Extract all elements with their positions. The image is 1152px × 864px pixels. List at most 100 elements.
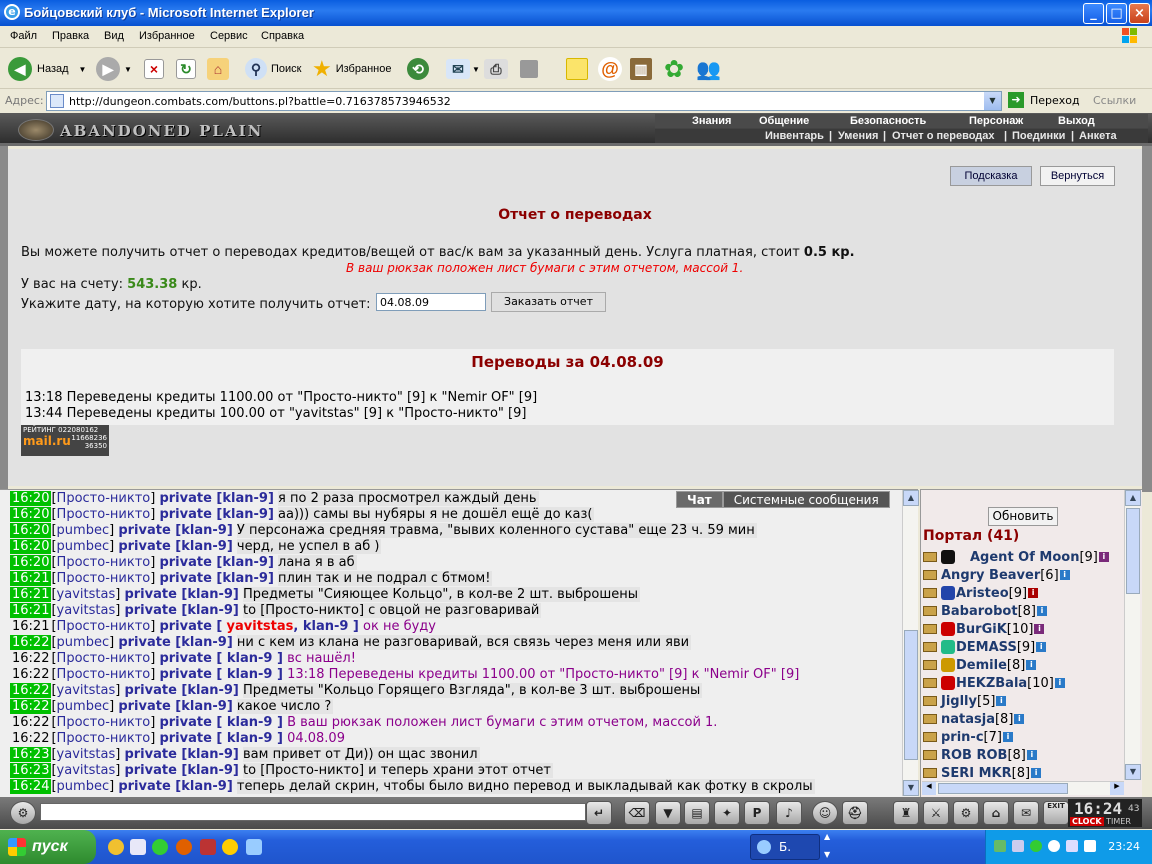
chat-private-tag[interactable]: private [klan-9] <box>124 587 238 602</box>
player-row[interactable]: Jiglly [5] i <box>923 692 1007 710</box>
clan-emblem-icon[interactable] <box>941 658 955 672</box>
back-dropdown-icon[interactable]: ▼ <box>79 65 87 74</box>
chat-sender[interactable]: [Просто-никто] <box>51 667 155 682</box>
nav-security[interactable]: Безопасность <box>850 115 926 127</box>
private-message-icon[interactable] <box>923 732 937 742</box>
date-input[interactable]: 04.08.09 <box>376 293 486 311</box>
smiley-icon[interactable]: ☺ <box>812 801 838 825</box>
player-nick[interactable]: HEKZBala <box>956 676 1027 691</box>
chat-sender[interactable]: [Просто-никто] <box>51 555 155 570</box>
menu-help[interactable]: Справка <box>261 30 304 42</box>
private-message-icon[interactable] <box>923 624 937 634</box>
edit-button[interactable] <box>520 55 538 83</box>
scroll-up-icon[interactable]: ▲ <box>1125 490 1141 506</box>
chat-sender[interactable]: [yavitstas] <box>51 747 120 762</box>
quicklaunch-ie-icon[interactable] <box>246 839 262 855</box>
chat-sender[interactable]: [pumbec] <box>51 523 114 538</box>
player-nick[interactable]: BurGiK <box>956 622 1007 637</box>
refresh-button[interactable]: ↻ <box>176 55 196 83</box>
quicklaunch-opera-icon[interactable] <box>108 839 124 855</box>
player-nick[interactable]: ROB ROB <box>941 748 1007 763</box>
chat-sender[interactable]: [pumbec] <box>51 779 114 794</box>
helmet-icon[interactable]: ⛑ <box>842 801 868 825</box>
player-info-icon[interactable]: i <box>1054 678 1065 688</box>
print-button[interactable]: ⎙ <box>484 55 508 83</box>
chat-private-tag[interactable]: private [ klan-9 ] <box>159 715 282 730</box>
chat-private-tag[interactable]: private [klan-9] <box>118 539 232 554</box>
start-button[interactable]: пуск <box>0 830 96 864</box>
player-nick[interactable]: DEMASS <box>956 640 1017 655</box>
task-scroll-up-icon[interactable]: ▲ <box>824 832 830 841</box>
menu-edit[interactable]: Правка <box>52 30 89 42</box>
home-button[interactable]: ⌂ <box>207 55 229 83</box>
bag-icon[interactable]: ♜ <box>893 801 919 825</box>
clan-emblem-icon[interactable] <box>941 622 955 636</box>
links-label[interactable]: Ссылки <box>1093 94 1136 107</box>
tray-shield-icon[interactable] <box>1048 840 1060 852</box>
player-nick[interactable]: prin-c <box>941 730 984 745</box>
player-nick[interactable]: Demile <box>956 658 1007 673</box>
private-message-icon[interactable] <box>923 678 937 688</box>
filter-icon[interactable]: ▼ <box>655 801 681 825</box>
player-info-icon[interactable]: i <box>1026 660 1037 670</box>
chat-private-tag[interactable]: private [klan-9] <box>159 555 273 570</box>
scroll-up-icon[interactable]: ▲ <box>903 490 919 506</box>
chat-sender[interactable]: [yavitstas] <box>51 683 120 698</box>
shop-icon[interactable]: ⌂ <box>983 801 1009 825</box>
chat-private-tag[interactable]: private [klan-9] <box>124 747 238 762</box>
online-scrollbar[interactable]: ▲ ▼ <box>1124 490 1141 780</box>
close-button[interactable]: × <box>1129 3 1150 24</box>
forward-button[interactable]: ▶ ▼ <box>96 55 132 83</box>
chat-private-tag[interactable]: private [klan-9] <box>118 523 232 538</box>
scroll-left-icon[interactable]: ◀ <box>922 782 936 795</box>
hint-button[interactable]: Подсказка <box>950 166 1032 186</box>
private-icon[interactable]: P <box>744 801 770 825</box>
private-message-icon[interactable] <box>923 696 937 706</box>
taskbar-window-item[interactable]: Б. <box>750 834 820 860</box>
player-nick[interactable]: Agent Of Moon <box>970 550 1079 565</box>
clan-emblem-icon[interactable] <box>941 550 955 564</box>
menu-file[interactable]: Файл <box>10 30 37 42</box>
scroll-down-icon[interactable]: ▼ <box>903 780 919 796</box>
tray-speaker-icon[interactable] <box>1066 840 1078 852</box>
chat-private-tag[interactable]: private [ klan-9 ] <box>159 667 282 682</box>
private-message-icon[interactable] <box>923 660 937 670</box>
chat-private-tag[interactable]: private [klan-9] <box>124 763 238 778</box>
go-button[interactable]: ➜ Переход <box>1008 92 1080 108</box>
research-button[interactable]: ▥ <box>630 55 652 83</box>
player-row[interactable]: SERI MKR [8] i <box>923 764 1042 782</box>
player-row[interactable]: Aristeo [9] i <box>923 584 1039 602</box>
tab-chat[interactable]: Чат <box>676 491 723 508</box>
player-info-icon[interactable]: i <box>1034 624 1045 634</box>
chat-recipient[interactable]: yavitstas <box>227 619 294 634</box>
player-nick[interactable]: Babarobot <box>941 604 1018 619</box>
private-message-icon[interactable] <box>923 606 937 616</box>
scroll-right-icon[interactable]: ▶ <box>1110 782 1124 795</box>
player-info-icon[interactable]: i <box>1002 732 1013 742</box>
hscroll-thumb[interactable] <box>938 783 1068 794</box>
player-nick[interactable]: Aristeo <box>956 586 1009 601</box>
nav-inventory[interactable]: Инвентарь <box>765 130 824 142</box>
chat-private-tag[interactable]: private [klan-9] <box>118 635 232 650</box>
nav-skills[interactable]: Умения <box>838 130 878 142</box>
player-info-icon[interactable]: i <box>1031 768 1042 778</box>
send-message-icon[interactable]: ↵ <box>586 801 612 825</box>
scroll-thumb[interactable] <box>1126 508 1140 594</box>
messenger-button[interactable]: 👥 <box>696 55 721 83</box>
chat-private-tag[interactable]: private [klan-9] <box>118 699 232 714</box>
chat-sender[interactable]: [Просто-никто] <box>51 619 155 634</box>
quicklaunch-icq-icon[interactable] <box>152 839 168 855</box>
forward-dropdown-icon[interactable]: ▼ <box>124 65 132 74</box>
smile-trade-icon[interactable]: ✦ <box>714 801 740 825</box>
player-info-icon[interactable]: i <box>1098 552 1109 562</box>
clear-chat-icon[interactable]: ⌫ <box>624 801 650 825</box>
notes-button[interactable] <box>566 55 588 83</box>
chat-sender[interactable]: [Просто-никто] <box>51 507 155 522</box>
scroll-down-icon[interactable]: ▼ <box>1125 764 1141 780</box>
player-nick[interactable]: SERI MKR <box>941 766 1012 781</box>
clan-emblem-icon[interactable] <box>941 676 955 690</box>
player-row[interactable]: Agent Of Moon [9] i <box>923 548 1109 566</box>
player-info-icon[interactable]: i <box>996 696 1007 706</box>
tray-lang-icon[interactable] <box>1084 840 1096 852</box>
player-nick[interactable]: Jiglly <box>941 694 977 709</box>
